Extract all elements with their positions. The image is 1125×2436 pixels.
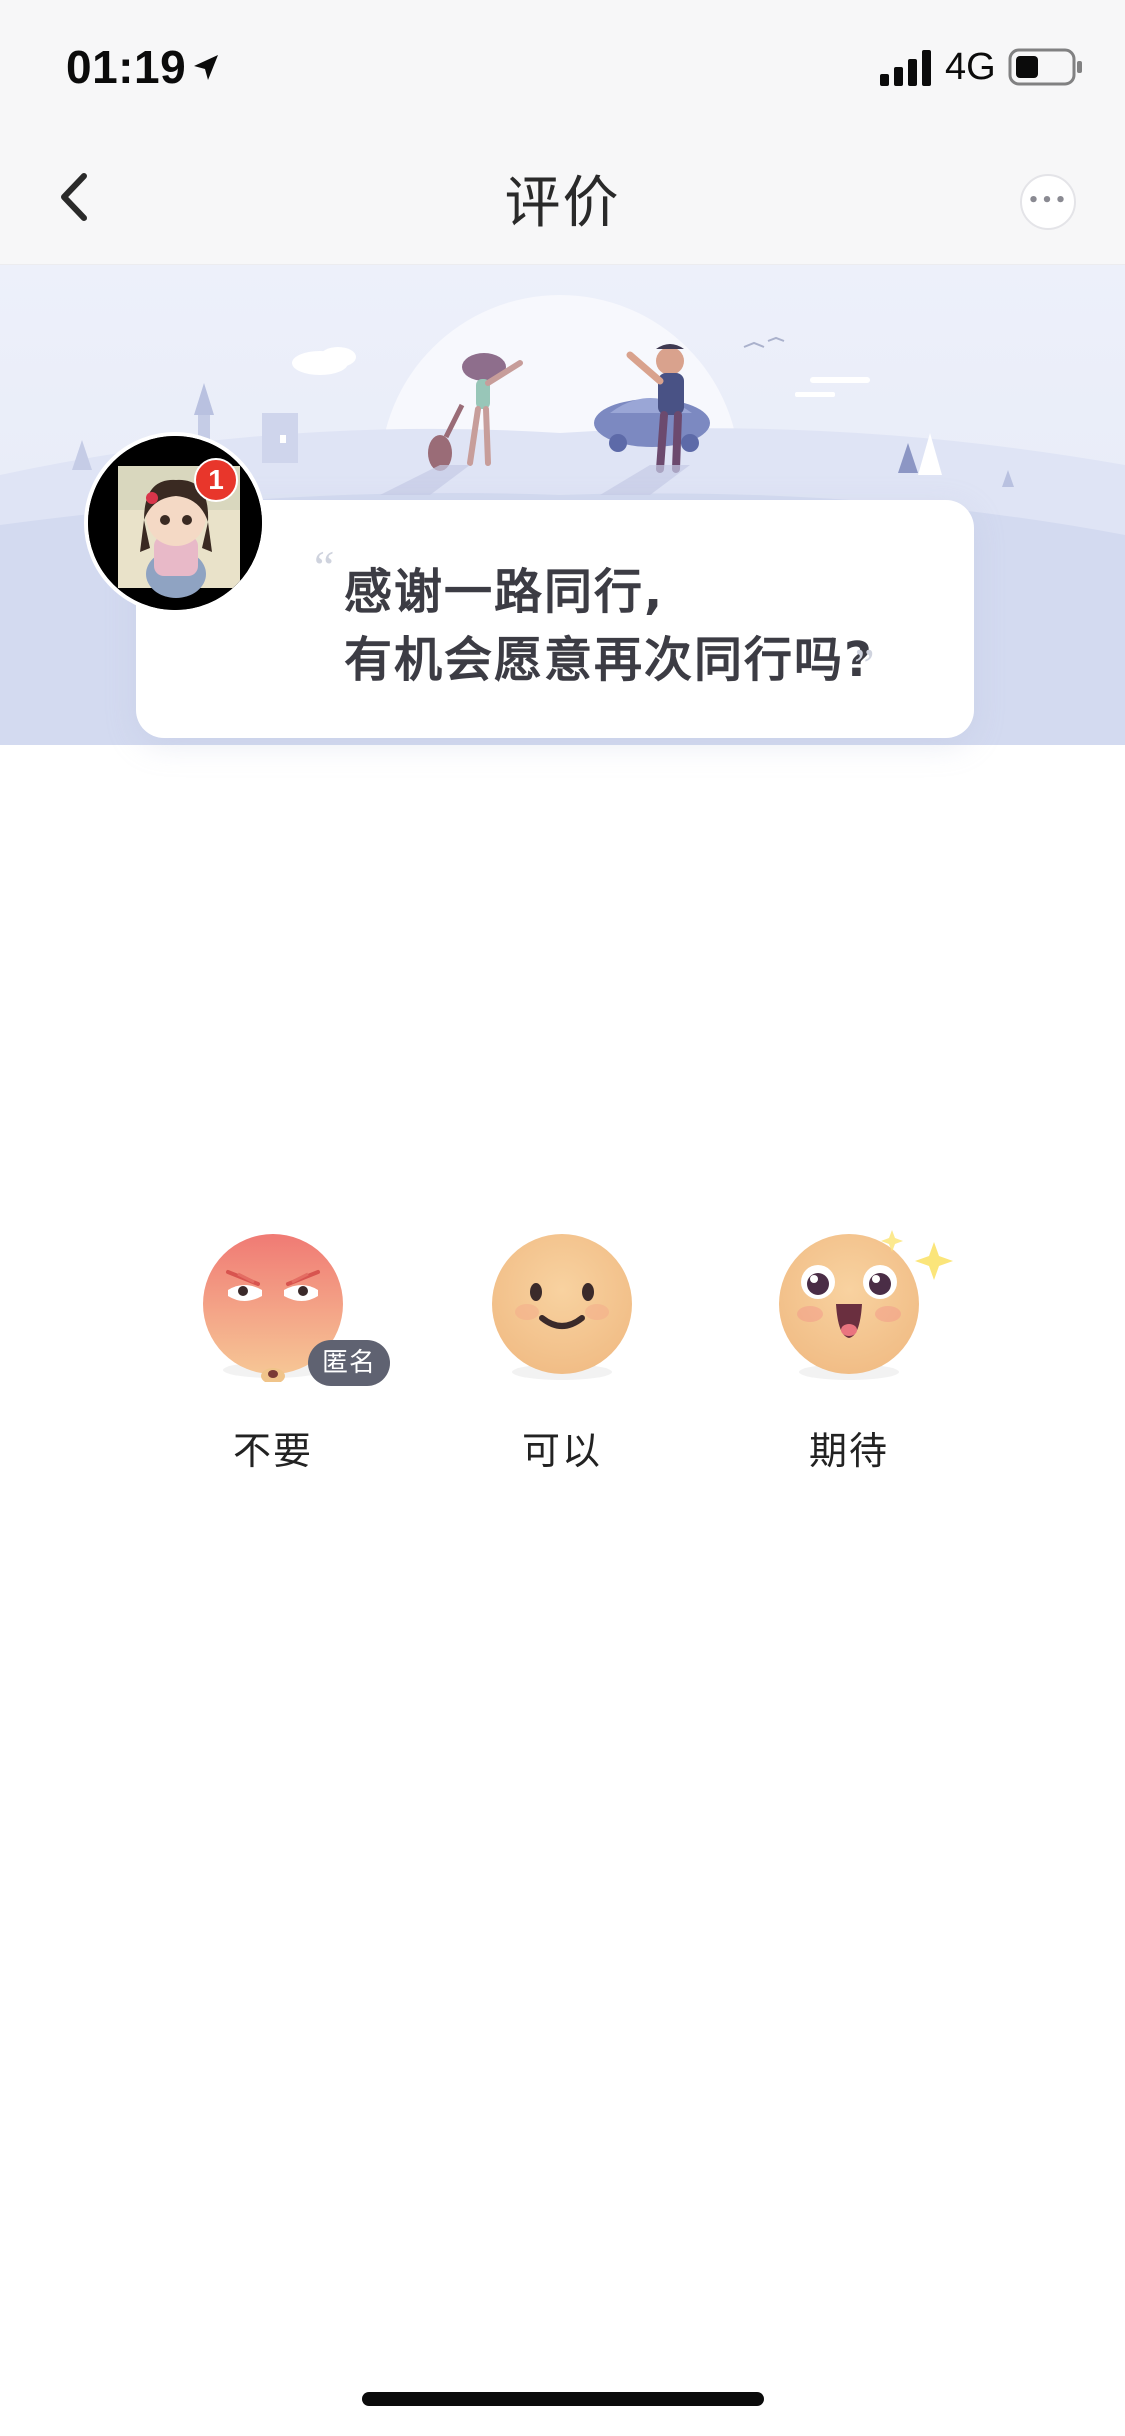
quote-line-2: 有机会愿意再次同行吗?: [344, 632, 874, 688]
quote-open-mark: “: [314, 541, 335, 592]
status-time: 01:19: [66, 41, 187, 93]
rating-label-no: 不要: [232, 1429, 313, 1473]
anonymous-badge: 匿名: [308, 1340, 390, 1386]
rating-label-ok: 可以: [521, 1429, 602, 1473]
excited-face-icon: [779, 1230, 953, 1380]
signal-icon: [880, 50, 931, 86]
navigation-bar: 评价 •••: [0, 132, 1125, 265]
notification-badge: 1: [194, 458, 238, 502]
page-title: 评价: [504, 171, 621, 236]
smile-face-icon: [492, 1234, 632, 1380]
network-label: 4G: [945, 46, 996, 88]
avatar-illustration: [88, 436, 262, 610]
more-dots-icon: •••: [1027, 190, 1069, 211]
rating-option-ok[interactable]: 可以: [462, 1228, 662, 1488]
location-arrow-icon: [194, 55, 218, 80]
home-indicator[interactable]: [362, 2392, 764, 2406]
battery-icon: [1008, 48, 1082, 86]
driver-avatar: [84, 432, 266, 614]
rating-label-expect: 期待: [808, 1429, 889, 1473]
quote-close-mark: ”: [854, 639, 875, 690]
status-bar: 01:19 4G: [0, 0, 1125, 132]
quote-line-1: 感谢一路同行,: [344, 564, 665, 620]
rating-option-expect[interactable]: 期待: [749, 1228, 953, 1488]
more-button[interactable]: •••: [1020, 174, 1076, 230]
